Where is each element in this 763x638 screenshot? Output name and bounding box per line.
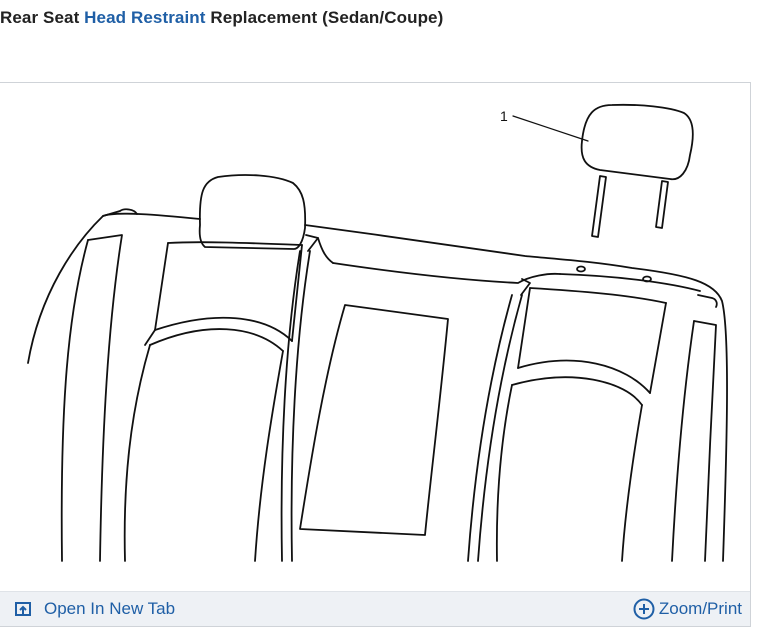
zoom-print-button[interactable]: Zoom/Print [633,592,742,626]
seat-illustration: 1 [27,103,728,562]
zoom-print-label: Zoom/Print [658,599,742,618]
zoom-plus-icon [633,598,655,620]
figure-toolbar: Open In New Tab Zoom/Print [0,591,750,626]
open-new-tab-icon [15,602,31,616]
open-in-new-tab-label: Open In New Tab [44,599,176,618]
head-restraint-link[interactable]: Head Restraint [84,8,205,27]
page-title: Rear Seat Head Restraint Replacement (Se… [0,8,443,28]
title-prefix: Rear Seat [0,8,85,27]
figure-frame: 1 Open In New Tab Zoom/Print [0,82,751,627]
open-in-new-tab-button[interactable]: Open In New Tab [14,592,175,626]
title-suffix: Replacement (Sedan/Coupe) [205,8,444,27]
callout-label: 1 [500,108,508,124]
